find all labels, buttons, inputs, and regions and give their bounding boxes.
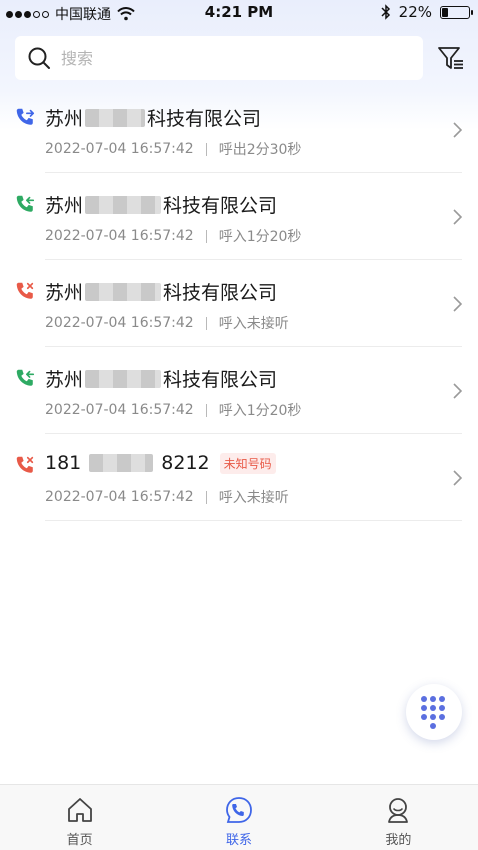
contact-name: 苏州 科技有限公司 <box>45 191 277 218</box>
call-log-item[interactable]: 苏州 科技有限公司 2022-07-04 16:57:42 呼入未接听 <box>0 260 478 347</box>
chevron-right-icon <box>453 296 462 312</box>
incoming-call-icon <box>16 369 35 386</box>
call-time: 2022-07-04 16:57:42 <box>45 228 194 244</box>
profile-icon <box>388 798 409 823</box>
tab-label: 我的 <box>385 833 412 848</box>
call-log-list: 苏州 科技有限公司 2022-07-04 16:57:42 呼出2分30秒 苏州… <box>0 86 478 521</box>
battery-percent: 22% <box>398 3 432 21</box>
tab-label: 联系 <box>225 833 252 848</box>
bluetooth-icon <box>381 4 390 20</box>
phone-number-prefix: 181 <box>45 452 82 474</box>
call-detail: 呼入未接听 <box>218 316 289 332</box>
meta-divider <box>205 229 207 243</box>
contact-name: 苏州 科技有限公司 <box>45 278 277 305</box>
chevron-right-icon <box>453 470 462 486</box>
contact-name: 苏州 科技有限公司 <box>45 365 277 392</box>
battery-level <box>442 7 448 17</box>
meta-divider <box>205 316 207 330</box>
call-log-item[interactable]: 苏州 科技有限公司 2022-07-04 16:57:42 呼入1分20秒 <box>0 347 478 434</box>
call-meta: 2022-07-04 16:57:42 呼入1分20秒 <box>45 400 301 420</box>
call-time: 2022-07-04 16:57:42 <box>45 489 194 505</box>
contact-name: 苏州 科技有限公司 <box>45 104 261 131</box>
dialpad-button[interactable] <box>406 684 462 740</box>
chevron-right-icon <box>453 209 462 225</box>
filter-icon[interactable] <box>437 44 465 72</box>
contact-name-suffix: 科技有限公司 <box>163 369 278 391</box>
missed-call-icon <box>16 456 34 473</box>
tab-contact[interactable]: 联系 <box>159 785 318 850</box>
phone-number-suffix: 8212 <box>161 452 210 474</box>
redacted-text <box>85 195 162 214</box>
search-input[interactable] <box>61 46 401 70</box>
contact-name-prefix: 苏州 <box>45 195 84 217</box>
call-meta: 2022-07-04 16:57:42 呼入未接听 <box>45 487 289 507</box>
call-detail: 呼入1分20秒 <box>218 403 302 419</box>
dialpad-icon <box>421 696 445 729</box>
call-meta: 2022-07-04 16:57:42 呼入1分20秒 <box>45 226 301 246</box>
contact-name-suffix: 科技有限公司 <box>163 282 278 304</box>
call-meta: 2022-07-04 16:57:42 呼入未接听 <box>45 313 289 333</box>
contact-name-prefix: 苏州 <box>45 369 84 391</box>
tab-profile[interactable]: 我的 <box>319 785 478 850</box>
call-detail: 呼入1分20秒 <box>218 229 302 245</box>
meta-divider <box>205 142 207 156</box>
call-time: 2022-07-04 16:57:42 <box>45 402 194 418</box>
incoming-call-icon <box>16 195 35 212</box>
redacted-text <box>85 282 162 301</box>
redacted-text <box>85 369 162 388</box>
search-bar[interactable] <box>15 36 423 80</box>
home-icon <box>67 798 92 822</box>
meta-divider <box>205 490 207 504</box>
unknown-number-badge: 未知号码 <box>219 452 276 474</box>
redacted-text <box>89 454 154 472</box>
contact-name-suffix: 科技有限公司 <box>147 108 262 130</box>
call-time: 2022-07-04 16:57:42 <box>45 141 194 157</box>
call-detail: 呼入未接听 <box>218 490 289 506</box>
chevron-right-icon <box>453 383 462 399</box>
contact-icon <box>226 797 252 823</box>
call-log-item[interactable]: 苏州 科技有限公司 2022-07-04 16:57:42 呼出2分30秒 <box>0 86 478 173</box>
search-icon <box>28 47 50 69</box>
call-time: 2022-07-04 16:57:42 <box>45 315 194 331</box>
call-detail: 呼出2分30秒 <box>218 142 302 158</box>
battery-icon <box>440 5 473 19</box>
tab-home[interactable]: 首页 <box>0 785 159 850</box>
contact-name-prefix: 苏州 <box>45 108 84 130</box>
meta-divider <box>205 403 207 417</box>
status-right: 22% <box>381 3 473 21</box>
contact-name-suffix: 科技有限公司 <box>163 195 278 217</box>
bottom-tab-bar: 首页 联系 我的 <box>0 784 478 850</box>
call-meta: 2022-07-04 16:57:42 呼出2分30秒 <box>45 139 301 159</box>
tab-label: 首页 <box>66 833 93 848</box>
chevron-right-icon <box>453 122 462 138</box>
contact-name: 181 8212 未知号码 <box>45 452 276 474</box>
outgoing-call-icon <box>16 108 35 125</box>
contact-name-prefix: 苏州 <box>45 282 84 304</box>
status-bar: 中国联通 4:21 PM 22% <box>0 0 478 26</box>
call-log-item[interactable]: 181 8212 未知号码 2022-07-04 16:57:42 呼入未接听 <box>0 434 478 521</box>
redacted-text <box>85 108 146 127</box>
call-log-item[interactable]: 苏州 科技有限公司 2022-07-04 16:57:42 呼入1分20秒 <box>0 173 478 260</box>
missed-call-icon <box>16 282 34 299</box>
